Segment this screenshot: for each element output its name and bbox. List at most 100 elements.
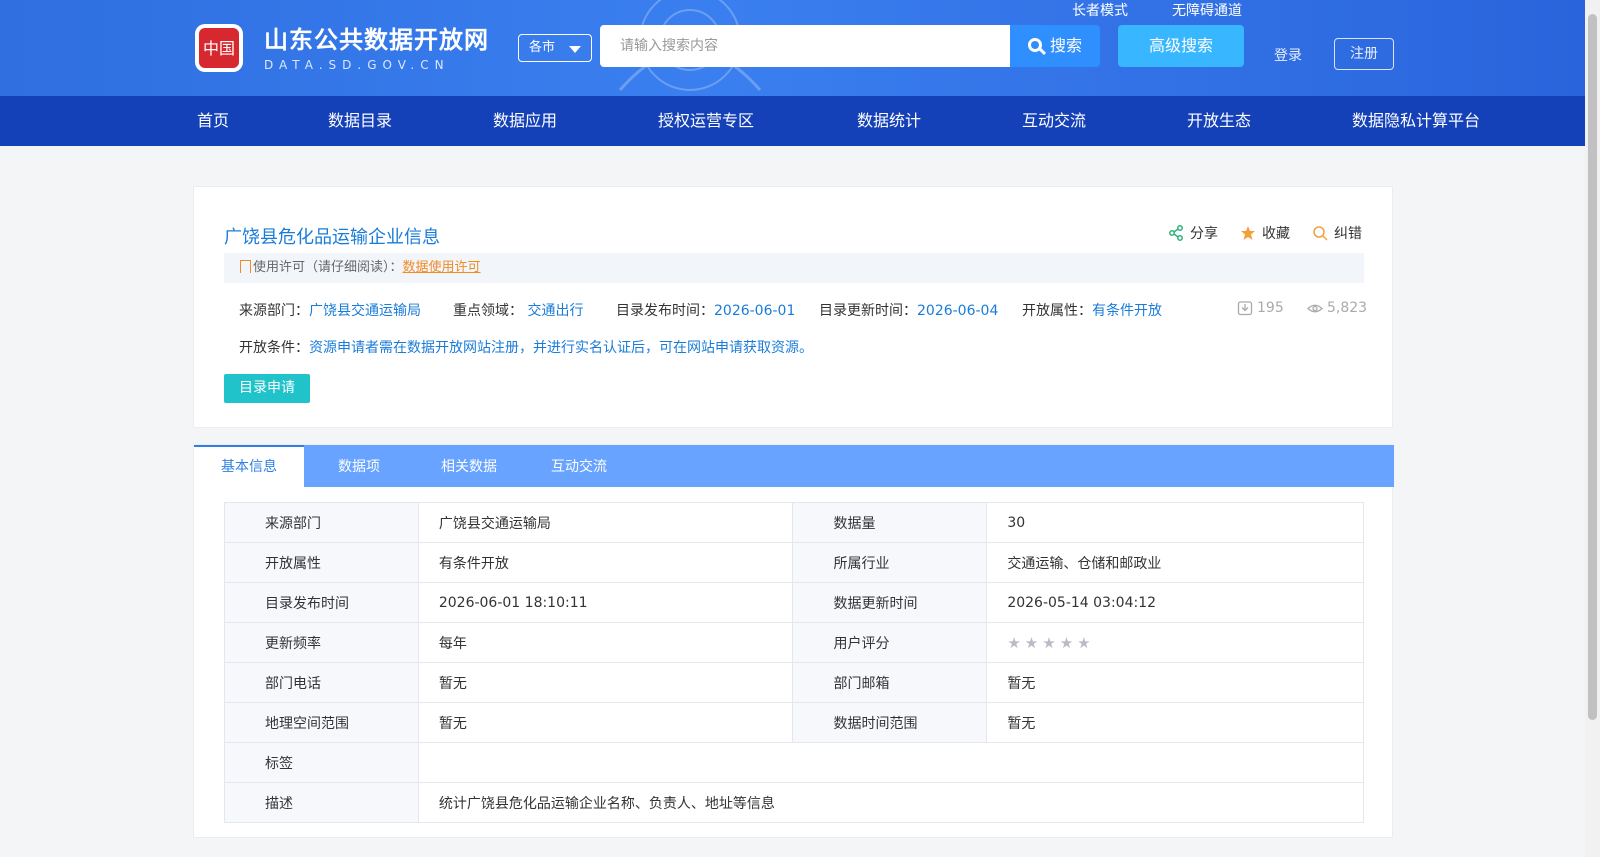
table-key: 开放属性: [224, 542, 419, 583]
license-link[interactable]: 数据使用许可: [403, 260, 481, 275]
basic-info-table: 来源部门 广饶县交通运输局 数据量 30 开放属性 有条件开放 所属行业 交通运…: [224, 502, 1365, 823]
table-key: 所属行业: [792, 542, 988, 583]
table-value: 交通运输、仓储和邮政业: [986, 542, 1364, 583]
table-row: 目录发布时间 2026-06-01 18:10:11 数据更新时间 2026-0…: [224, 582, 1364, 623]
table-key: 部门邮箱: [792, 662, 988, 703]
nav-privacy-computing[interactable]: 数据隐私计算平台: [1352, 96, 1480, 146]
rating-star-icon[interactable]: ★: [1025, 634, 1038, 652]
scrollbar-thumb[interactable]: [1588, 14, 1597, 720]
nav-data-catalog[interactable]: 数据目录: [328, 96, 392, 146]
detail-tabs: 基本信息 数据项 相关数据 互动交流: [194, 445, 1394, 487]
open-attr-value: 有条件开放: [1092, 303, 1162, 319]
eye-icon: [1307, 304, 1323, 313]
meta-open: 开放属性：有条件开放: [1022, 300, 1162, 320]
table-value: 2026-06-01 18:10:11: [417, 582, 794, 623]
source-label: 来源部门：: [239, 303, 309, 319]
table-key: 数据时间范围: [792, 702, 988, 743]
nav-interaction[interactable]: 互动交流: [1022, 96, 1086, 146]
city-select-label: 各市: [529, 40, 556, 55]
rating-star-icon[interactable]: ★: [1007, 634, 1020, 652]
dataset-actions: 分享 收藏 纠错: [1168, 223, 1362, 243]
table-key: 更新频率: [224, 622, 419, 663]
tab-interaction[interactable]: 互动交流: [524, 445, 634, 487]
detail-panel: 基本信息 数据项 相关数据 互动交流 来源部门 广饶县交通运输局 数据量 30 …: [193, 444, 1394, 838]
open-attr-label: 开放属性：: [1022, 303, 1092, 319]
table-value: 有条件开放: [417, 542, 794, 583]
chevron-down-icon: [569, 46, 581, 53]
tab-basic-info[interactable]: 基本信息: [194, 445, 304, 487]
nav-open-ecosystem[interactable]: 开放生态: [1187, 96, 1251, 146]
share-icon: [1169, 225, 1183, 241]
tab-related-data[interactable]: 相关数据: [414, 445, 524, 487]
main-nav: 首页 数据目录 数据应用 授权运营专区 数据统计 互动交流 开放生态 数据隐私计…: [0, 96, 1585, 146]
report-error-button[interactable]: 纠错: [1312, 223, 1362, 243]
table-key: 目录发布时间: [224, 582, 419, 623]
meta-updated: 目录更新时间：2026-06-04: [819, 300, 998, 320]
rating-star-icon[interactable]: ★: [1060, 634, 1073, 652]
brand[interactable]: 山东公共数据开放网 DATA.SD.GOV.CN: [264, 26, 489, 73]
source-value[interactable]: 广饶县交通运输局: [309, 303, 421, 319]
favorite-button[interactable]: 收藏: [1240, 223, 1290, 243]
nav-authorized-ops[interactable]: 授权运营专区: [658, 96, 754, 146]
bookmark-icon: [240, 260, 251, 273]
table-row: 部门电话 暂无 部门邮箱 暂无: [224, 662, 1364, 703]
license-label: 使用许可（请仔细阅读）：: [253, 260, 403, 275]
rating-star-icon[interactable]: ★: [1042, 634, 1055, 652]
nav-data-apps[interactable]: 数据应用: [493, 96, 557, 146]
user-rating: ★ ★ ★ ★ ★: [986, 622, 1364, 663]
field-value[interactable]: 交通出行: [527, 303, 583, 319]
table-row: 来源部门 广饶县交通运输局 数据量 30: [224, 502, 1364, 543]
table-row: 更新频率 每年 用户评分 ★ ★ ★ ★ ★: [224, 622, 1364, 663]
updated-value: 2026-06-04: [917, 303, 999, 319]
table-key: 地理空间范围: [224, 702, 419, 743]
table-row: 开放属性 有条件开放 所属行业 交通运输、仓储和邮政业: [224, 542, 1364, 583]
search-button[interactable]: 搜索: [1010, 25, 1100, 67]
share-button[interactable]: 分享: [1168, 223, 1218, 243]
table-value: 每年: [417, 622, 794, 663]
published-label: 目录发布时间：: [616, 303, 714, 319]
download-icon: [1237, 301, 1253, 316]
share-label: 分享: [1190, 226, 1218, 242]
tab-data-items[interactable]: 数据项: [304, 445, 414, 487]
rating-stars[interactable]: ★ ★ ★ ★ ★: [1007, 634, 1090, 652]
elder-mode-link[interactable]: 长者模式: [1072, 0, 1128, 20]
table-key: 标签: [224, 742, 419, 783]
table-key: 用户评分: [792, 622, 988, 663]
nav-home[interactable]: 首页: [197, 96, 229, 146]
advanced-search-button[interactable]: 高级搜索: [1118, 25, 1244, 67]
page-scrollbar[interactable]: [1585, 0, 1600, 857]
tags-value: [417, 742, 1365, 783]
rating-star-icon[interactable]: ★: [1077, 634, 1090, 652]
dataset-summary-card: 广饶县危化品运输企业信息 分享 收藏 纠错 使用许可（请仔细阅读）：数据使用许可…: [193, 186, 1393, 428]
updated-label: 目录更新时间：: [819, 303, 917, 319]
login-link[interactable]: 登录: [1274, 45, 1302, 65]
catalog-apply-button[interactable]: 目录申请: [224, 374, 310, 403]
table-value: 暂无: [417, 702, 794, 743]
meta-source: 来源部门：广饶县交通运输局: [239, 300, 421, 320]
table-row: 标签: [224, 742, 1365, 783]
view-count: 5,823: [1307, 300, 1367, 316]
site-logo-icon[interactable]: 中国: [193, 22, 245, 74]
city-select[interactable]: 各市: [518, 34, 592, 62]
search-input[interactable]: [600, 25, 1010, 67]
description-value: 统计广饶县危化品运输企业名称、负责人、地址等信息: [417, 782, 1365, 823]
meta-published: 目录发布时间：2026-06-01: [616, 300, 795, 320]
magnify-error-icon: [1313, 226, 1328, 241]
open-conditions: 开放条件：资源申请者需在数据开放网站注册，并进行实名认证后，可在网站申请获取资源…: [239, 337, 813, 357]
register-button[interactable]: 注册: [1334, 38, 1394, 70]
site-header: 中国 山东公共数据开放网 DATA.SD.GOV.CN 各市 搜索 高级搜索 长…: [0, 0, 1585, 96]
brand-domain: DATA.SD.GOV.CN: [264, 58, 450, 72]
table-value: 暂无: [417, 662, 794, 703]
table-key: 描述: [224, 782, 419, 823]
table-value: 广饶县交通运输局: [417, 502, 794, 543]
download-count: 195: [1237, 300, 1284, 316]
download-count-value: 195: [1257, 300, 1284, 316]
accessibility-link[interactable]: 无障碍通道: [1172, 0, 1242, 20]
favorite-label: 收藏: [1262, 226, 1290, 242]
table-row: 地理空间范围 暂无 数据时间范围 暂无: [224, 702, 1364, 743]
nav-data-stats[interactable]: 数据统计: [857, 96, 921, 146]
star-icon: [1241, 226, 1255, 240]
dataset-title: 广饶县危化品运输企业信息: [224, 227, 440, 248]
table-key: 数据量: [792, 502, 988, 543]
table-value: 30: [986, 502, 1364, 543]
